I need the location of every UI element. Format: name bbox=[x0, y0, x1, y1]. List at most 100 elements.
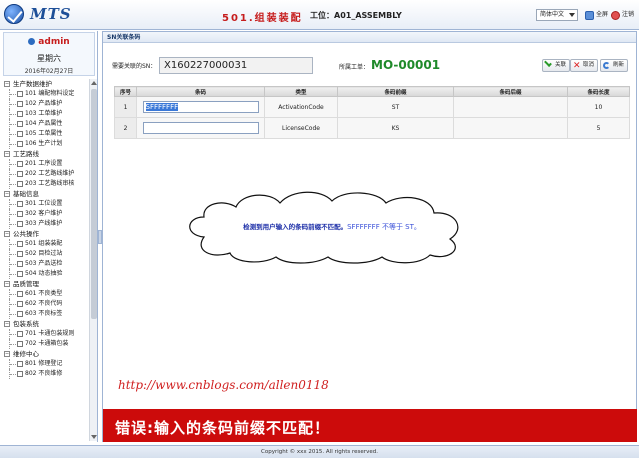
barcode-input-value: SFFFFFFF bbox=[145, 103, 179, 111]
sidebar-item[interactable]: 602 不良代码 bbox=[3, 299, 87, 309]
error-message: 错误:输入的条码前缀不匹配！ bbox=[115, 419, 330, 437]
sidebar-item-label: 102 产品维护 bbox=[25, 100, 63, 107]
sidebar-item[interactable]: 502 目检过站 bbox=[3, 249, 87, 259]
sidebar-item[interactable]: 702 卡通箱包装 bbox=[3, 339, 87, 349]
sidebar-item[interactable]: 501 组装装配 bbox=[3, 239, 87, 249]
collapse-icon[interactable]: − bbox=[4, 351, 10, 357]
sidebar-item[interactable]: 102 产品维护 bbox=[3, 99, 87, 109]
page-icon bbox=[17, 201, 23, 207]
cell-type: ActivationCode bbox=[264, 96, 338, 118]
page-icon bbox=[17, 221, 23, 227]
sidebar-item[interactable]: 105 工单属性 bbox=[3, 129, 87, 139]
fullscreen-icon bbox=[585, 10, 594, 20]
header: MTS 501.组装装配 工位：A01_ASSEMBLY 简体中文 全屏 注销 bbox=[0, 0, 639, 30]
sidebar-item[interactable]: 802 不良维修 bbox=[3, 369, 87, 379]
language-select-value: 简体中文 bbox=[540, 11, 565, 18]
cancel-button-label: 取消 bbox=[583, 62, 595, 68]
scroll-up-icon[interactable] bbox=[91, 81, 97, 85]
sidebar-item-label: 303 产线维护 bbox=[25, 220, 63, 227]
page-icon bbox=[17, 91, 23, 97]
collapse-icon[interactable]: − bbox=[4, 151, 10, 157]
page-icon bbox=[17, 261, 23, 267]
page-icon bbox=[17, 271, 23, 277]
sidebar: admin 星期六 2016年02月27日 − 生产数据维护 101 编配物料设定 1… bbox=[0, 31, 98, 442]
sidebar-item[interactable]: 203 工艺路线审核 bbox=[3, 179, 87, 189]
col-header-prefix: 条码前缀 bbox=[337, 86, 454, 97]
sidebar-item[interactable]: 201 工序设置 bbox=[3, 159, 87, 169]
cell-prefix: KS bbox=[337, 117, 454, 139]
sidebar-item[interactable]: 503 产品送检 bbox=[3, 259, 87, 269]
barcode-input[interactable]: SFFFFFFF bbox=[142, 101, 259, 113]
bubble-message: 检测到用户输入的条码前缀不匹配。SFFFFFFF 不等于 ST。 bbox=[212, 221, 452, 232]
menu-group-label: 公共操作 bbox=[13, 230, 39, 238]
collapse-icon[interactable]: − bbox=[4, 81, 10, 87]
sidebar-item-label: 202 工艺路线维护 bbox=[25, 170, 75, 177]
sidebar-item[interactable]: 301 工位设置 bbox=[3, 199, 87, 209]
sidebar-item[interactable]: 101 编配物料设定 bbox=[3, 89, 87, 99]
scroll-thumb[interactable] bbox=[91, 89, 97, 319]
page-icon bbox=[17, 111, 23, 117]
order-label: 所属工单： bbox=[339, 64, 370, 71]
sidebar-item-label: 502 目检过站 bbox=[25, 250, 63, 257]
cancel-button[interactable]: ✕ 取消 bbox=[570, 59, 599, 72]
menu-group-label: 工艺路线 bbox=[13, 150, 39, 158]
page-icon bbox=[17, 371, 23, 377]
logout-label: 注销 bbox=[622, 11, 635, 18]
page-icon bbox=[17, 311, 23, 317]
user-name: admin bbox=[4, 37, 94, 47]
order-value: MO-00001 bbox=[371, 58, 441, 72]
logout-button[interactable]: 注销 bbox=[611, 9, 634, 21]
scroll-down-icon[interactable] bbox=[91, 435, 97, 439]
menu-group[interactable]: − 包装系统 bbox=[3, 319, 87, 329]
collapse-icon[interactable]: − bbox=[4, 191, 10, 197]
menu-group[interactable]: − 公共操作 bbox=[3, 229, 87, 239]
sidebar-item[interactable]: 801 修理登记 bbox=[3, 359, 87, 369]
sidebar-item-label: 503 产品送检 bbox=[25, 260, 63, 267]
sidebar-item[interactable]: 303 产线维护 bbox=[3, 219, 87, 229]
fullscreen-button[interactable]: 全屏 bbox=[585, 9, 608, 21]
sidebar-item-label: 504 动态抽验 bbox=[25, 270, 63, 277]
weekday: 星期六 bbox=[37, 54, 61, 63]
page-icon bbox=[17, 161, 23, 167]
sidebar-item[interactable]: 601 不良类型 bbox=[3, 289, 87, 299]
sidebar-item[interactable]: 202 工艺路线维护 bbox=[3, 169, 87, 179]
sidebar-item-label: 105 工单属性 bbox=[25, 130, 63, 137]
refresh-button[interactable]: 刷新 bbox=[600, 59, 629, 72]
menu-group[interactable]: − 基础信息 bbox=[3, 189, 87, 199]
sidebar-item[interactable]: 106 生产计划 bbox=[3, 139, 87, 149]
chevron-down-icon bbox=[569, 13, 575, 17]
menu-group-label: 维修中心 bbox=[13, 350, 39, 358]
menu-group[interactable]: − 维修中心 bbox=[3, 349, 87, 359]
col-header-length: 条码长度 bbox=[567, 86, 630, 97]
menu-group[interactable]: − 品质管理 bbox=[3, 279, 87, 289]
page-icon bbox=[17, 141, 23, 147]
menu-group[interactable]: − 工艺路线 bbox=[3, 149, 87, 159]
collapse-icon[interactable]: − bbox=[4, 321, 10, 327]
sidebar-item[interactable]: 103 工单维护 bbox=[3, 109, 87, 119]
sidebar-item[interactable]: 104 产品属性 bbox=[3, 119, 87, 129]
language-select[interactable]: 简体中文 bbox=[536, 9, 578, 21]
sidebar-item[interactable]: 701 卡通包装规则 bbox=[3, 329, 87, 339]
cell-length: 5 bbox=[567, 117, 630, 139]
sidebar-item[interactable]: 603 不良标签 bbox=[3, 309, 87, 319]
collapse-icon[interactable]: − bbox=[4, 281, 10, 287]
menu-group[interactable]: − 生产数据维护 bbox=[3, 79, 87, 89]
menu-group-label: 基础信息 bbox=[13, 190, 39, 198]
table-row: 2 LicenseCode KS 5 bbox=[114, 117, 630, 139]
panel-title: SN关联条码 bbox=[103, 32, 636, 43]
page-icon bbox=[17, 331, 23, 337]
sidebar-item[interactable]: 504 动态抽验 bbox=[3, 269, 87, 279]
page-icon bbox=[17, 241, 23, 247]
logo-icon bbox=[4, 4, 24, 24]
sidebar-scrollbar[interactable] bbox=[89, 79, 97, 441]
link-button[interactable]: 关联 bbox=[542, 59, 571, 72]
table-header-row: 序号 条码 类型 条码前缀 条码后缀 条码长度 bbox=[114, 86, 630, 97]
sidebar-item-label: 802 不良维修 bbox=[25, 370, 63, 377]
sidebar-item-label: 203 工艺路线审核 bbox=[25, 180, 75, 187]
sidebar-item[interactable]: 302 客户维护 bbox=[3, 209, 87, 219]
sn-input[interactable]: X160227000031 bbox=[159, 57, 313, 74]
watermark-url: http://www.cnblogs.com/allen0118 bbox=[118, 378, 329, 392]
barcode-input[interactable] bbox=[142, 122, 259, 134]
collapse-icon[interactable]: − bbox=[4, 231, 10, 237]
col-header-suffix: 条码后缀 bbox=[453, 86, 568, 97]
